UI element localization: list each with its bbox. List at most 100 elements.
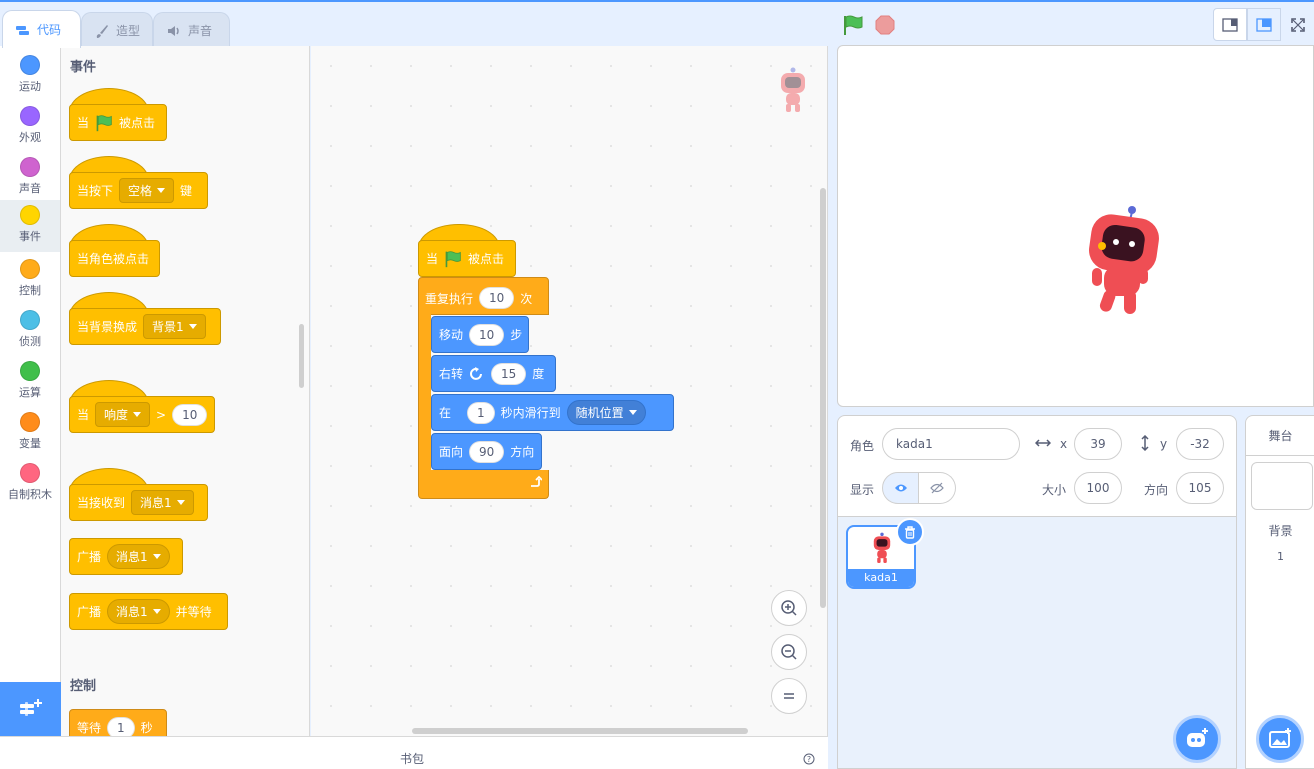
- number-input[interactable]: 1: [107, 716, 135, 736]
- category-label: 侦测: [19, 335, 41, 348]
- sensor-dropdown[interactable]: 响度: [95, 402, 151, 427]
- steps-input[interactable]: 10: [469, 323, 505, 346]
- when-key-pressed-block[interactable]: 当按下 空格 键: [69, 172, 208, 209]
- category-events[interactable]: 事件: [0, 200, 60, 252]
- backpack-bar[interactable]: 书包 ?: [0, 736, 828, 769]
- hide-button[interactable]: [919, 472, 956, 504]
- category-motion[interactable]: 运动: [0, 50, 60, 100]
- brush-icon: [96, 24, 108, 38]
- when-greater-than-block[interactable]: 当 响度 > 10: [69, 396, 215, 433]
- choose-backdrop-button[interactable]: [1256, 715, 1304, 763]
- tab-costumes[interactable]: 造型: [81, 12, 153, 48]
- move-steps-block[interactable]: 移动 10 步: [431, 316, 529, 353]
- broadcast-block[interactable]: 广播 消息1: [69, 538, 183, 575]
- zoom-reset-button[interactable]: [771, 678, 807, 714]
- size-label: 大小: [1042, 483, 1067, 497]
- tab-code[interactable]: 代码: [2, 10, 81, 48]
- choose-sprite-button[interactable]: [1173, 715, 1221, 763]
- eye-off-icon: [930, 482, 944, 494]
- category-label: 控制: [19, 284, 41, 297]
- rotate-right-icon: [470, 366, 483, 380]
- repeat-footer: [418, 470, 549, 499]
- dropdown-value: 空格: [128, 184, 153, 198]
- green-flag-icon: [96, 114, 112, 131]
- block-text: 并等待: [175, 605, 212, 619]
- tab-sounds[interactable]: 声音: [153, 12, 230, 48]
- sprite-name-input[interactable]: kada1: [882, 428, 1020, 460]
- broadcast-and-wait-block[interactable]: 广播 消息1 并等待: [69, 593, 228, 630]
- stage-canvas[interactable]: [837, 45, 1314, 407]
- size-value: 100: [1086, 481, 1110, 495]
- palette-scrollbar[interactable]: [299, 324, 304, 388]
- message-dropdown[interactable]: 消息1: [107, 544, 170, 569]
- direction-input[interactable]: 90: [469, 440, 505, 463]
- script-area[interactable]: 当 被点击 重复执行 10 次 移动 10 步 右转 15 度 在 1 秒内滑行…: [311, 46, 828, 736]
- repeat-count-input[interactable]: 10: [479, 287, 515, 309]
- dropdown-value: 响度: [104, 408, 129, 422]
- category-variables[interactable]: 变量: [0, 407, 60, 457]
- category-looks[interactable]: 外观: [0, 101, 60, 151]
- block-text: 秒内滑行到: [500, 406, 561, 420]
- point-direction-block[interactable]: 面向 90 方向: [431, 433, 542, 470]
- top-bar: 代码 造型 声音: [0, 0, 1314, 48]
- category-operators[interactable]: 运算: [0, 356, 60, 406]
- block-text: 当背景换成: [77, 320, 138, 334]
- block-text: 在: [439, 406, 452, 420]
- turn-right-block[interactable]: 右转 15 度: [431, 355, 556, 392]
- direction-value: 105: [1188, 481, 1212, 495]
- delete-sprite-button[interactable]: [896, 518, 924, 546]
- message-dropdown[interactable]: 消息1: [107, 599, 170, 624]
- code-icon: [16, 25, 29, 35]
- tab-costumes-label: 造型: [116, 24, 141, 38]
- block-text: 移动: [439, 328, 464, 342]
- block-text: 当按下: [77, 184, 114, 198]
- when-backdrop-switches-block[interactable]: 当背景换成 背景1: [69, 308, 221, 345]
- number-input[interactable]: 10: [172, 403, 208, 426]
- repeat-header: 重复执行 10 次: [425, 287, 532, 309]
- variables-dot: [20, 412, 40, 432]
- fullscreen-button[interactable]: [1281, 8, 1314, 41]
- y-input[interactable]: -32: [1176, 428, 1224, 460]
- block-text: 当: [77, 116, 90, 130]
- wait-block[interactable]: 等待 1 秒: [69, 709, 167, 736]
- category-my-blocks[interactable]: 自制积木: [0, 458, 60, 508]
- category-sound[interactable]: 声音: [0, 152, 60, 202]
- direction-input[interactable]: 105: [1176, 472, 1224, 504]
- glide-to-block[interactable]: 在 1 秒内滑行到 随机位置: [431, 394, 674, 431]
- normal-stage-icon: [1256, 17, 1272, 32]
- backdrops-label: 背景: [1268, 524, 1293, 538]
- stop-icon[interactable]: [875, 15, 895, 35]
- show-button[interactable]: [882, 472, 919, 504]
- block-text: 方向: [510, 445, 535, 459]
- script-when-flag-clicked-block[interactable]: 当 被点击: [418, 240, 516, 277]
- control-dot: [20, 259, 40, 279]
- green-flag-icon[interactable]: [842, 14, 864, 36]
- svg-text:?: ?: [807, 755, 811, 764]
- when-receive-block[interactable]: 当接收到 消息1: [69, 484, 208, 521]
- backdrop-dropdown[interactable]: 背景1: [143, 314, 206, 339]
- category-sensing[interactable]: 侦测: [0, 305, 60, 355]
- zoom-in-button[interactable]: [771, 590, 807, 626]
- normal-stage-button[interactable]: [1247, 8, 1281, 41]
- seconds-input[interactable]: 1: [467, 401, 495, 424]
- category-control[interactable]: 控制: [0, 254, 60, 304]
- when-sprite-clicked-block[interactable]: 当角色被点击: [69, 240, 160, 277]
- glide-target-dropdown[interactable]: 随机位置: [566, 400, 646, 425]
- small-stage-button[interactable]: [1213, 8, 1247, 41]
- sprite-thumbnail-icon: [781, 67, 805, 112]
- when-flag-clicked-block[interactable]: 当 被点击: [69, 104, 167, 141]
- degrees-input[interactable]: 15: [491, 362, 527, 385]
- robot-sprite[interactable]: [1082, 204, 1162, 318]
- caret-down-icon: [628, 410, 637, 415]
- message-dropdown[interactable]: 消息1: [131, 490, 194, 515]
- stage-thumbnail[interactable]: [1251, 462, 1313, 510]
- size-input[interactable]: 100: [1074, 472, 1122, 504]
- key-dropdown[interactable]: 空格: [119, 178, 175, 203]
- zoom-out-button[interactable]: [771, 634, 807, 670]
- help-icon[interactable]: ?: [803, 753, 815, 765]
- script-horizontal-scrollbar[interactable]: [412, 728, 748, 734]
- block-text: 步: [510, 328, 523, 342]
- add-extension-button[interactable]: [0, 682, 61, 736]
- script-vertical-scrollbar[interactable]: [820, 188, 826, 608]
- x-input[interactable]: 39: [1074, 428, 1122, 460]
